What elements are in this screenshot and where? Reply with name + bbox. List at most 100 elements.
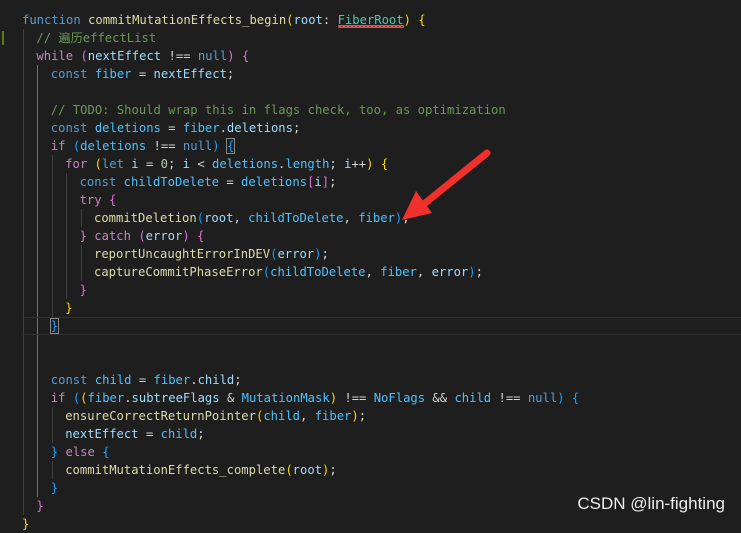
code-line[interactable]: } bbox=[65, 299, 72, 317]
code-line[interactable]: } bbox=[51, 479, 58, 497]
code-line[interactable]: } catch (error) { bbox=[80, 227, 205, 245]
code-token: } bbox=[50, 481, 59, 495]
code-token: & bbox=[219, 391, 242, 405]
code-line[interactable]: nextEffect = child; bbox=[65, 425, 204, 443]
code-token: ( bbox=[285, 463, 293, 477]
code-token: } bbox=[79, 229, 87, 243]
code-token: child bbox=[94, 373, 132, 387]
code-token: ; bbox=[234, 373, 242, 387]
code-line[interactable]: reportUncaughtErrorInDEV(error); bbox=[94, 245, 329, 263]
indent-guide bbox=[51, 155, 53, 317]
code-token: ( bbox=[286, 13, 294, 27]
code-token: root bbox=[204, 211, 234, 225]
code-token: ; bbox=[321, 247, 329, 261]
code-token: { bbox=[241, 49, 250, 63]
code-token: root bbox=[293, 13, 323, 27]
code-token: = bbox=[219, 175, 242, 189]
code-token: length bbox=[285, 157, 330, 171]
code-token: const bbox=[79, 175, 117, 189]
code-token: childToDelete bbox=[270, 265, 366, 279]
code-token: NoFlags bbox=[373, 391, 426, 405]
code-token: ( bbox=[80, 391, 88, 405]
code-token: deletions bbox=[80, 139, 147, 153]
code-line[interactable]: const deletions = fiber.deletions; bbox=[51, 119, 301, 137]
code-token: ; bbox=[292, 121, 301, 135]
code-token: null bbox=[182, 139, 213, 153]
code-line[interactable]: const child = fiber.child; bbox=[51, 371, 242, 389]
code-line[interactable]: while (nextEffect !== null) { bbox=[36, 47, 249, 65]
code-token: fiber bbox=[358, 211, 395, 225]
code-token: , bbox=[233, 211, 249, 225]
code-line[interactable]: } else { bbox=[51, 443, 110, 461]
code-token: !== bbox=[337, 391, 374, 405]
git-change-bar bbox=[2, 31, 4, 45]
code-token: nextEffect bbox=[65, 427, 139, 441]
code-token: fiber bbox=[182, 121, 220, 135]
code-token: fiber bbox=[380, 265, 417, 279]
code-token: } bbox=[65, 301, 73, 315]
code-token: , bbox=[416, 265, 432, 279]
code-line[interactable]: if ((fiber.subtreeFlags & MutationMask) … bbox=[51, 389, 579, 407]
code-token: reportUncaughtErrorInDEV bbox=[94, 247, 271, 261]
code-token: { bbox=[418, 13, 426, 27]
code-token: ( bbox=[262, 265, 271, 279]
code-line[interactable]: } bbox=[80, 281, 87, 299]
code-token: child bbox=[454, 391, 492, 405]
code-token: , bbox=[343, 211, 359, 225]
code-line[interactable]: // TODO: Should wrap this in flags check… bbox=[51, 101, 506, 119]
code-token: if bbox=[50, 391, 66, 405]
code-token: const bbox=[50, 121, 88, 135]
code-token: i bbox=[314, 175, 322, 189]
indent-guide bbox=[80, 209, 82, 227]
code-token: fiber bbox=[314, 409, 352, 423]
code-token: , bbox=[365, 265, 381, 279]
code-token: = bbox=[131, 67, 154, 81]
code-token: { bbox=[108, 193, 117, 207]
code-token: ; bbox=[358, 409, 367, 423]
code-line[interactable]: captureCommitPhaseError(childToDelete, f… bbox=[94, 263, 483, 281]
code-editor[interactable]: function commitMutationEffects_begin(roo… bbox=[0, 0, 741, 531]
code-token: while bbox=[36, 49, 74, 63]
indent-guide bbox=[66, 173, 68, 299]
code-token: catch bbox=[94, 229, 131, 243]
code-line[interactable]: ensureCorrectReturnPointer(child, fiber)… bbox=[65, 407, 366, 425]
code-token: !== bbox=[161, 49, 198, 63]
code-token: , bbox=[300, 409, 315, 423]
code-token: error bbox=[277, 247, 315, 261]
code-token: { bbox=[102, 445, 110, 459]
code-line[interactable]: // 遍历effectList bbox=[36, 29, 156, 47]
code-line[interactable]: for (let i = 0; i < deletions.length; i+… bbox=[65, 155, 388, 173]
code-token: MutationMask bbox=[241, 391, 330, 405]
code-token: ; bbox=[402, 211, 410, 225]
code-token: ++ bbox=[351, 157, 367, 171]
code-token: } bbox=[36, 499, 44, 513]
code-line[interactable]: if (deletions !== null) { bbox=[51, 137, 235, 155]
code-line[interactable]: try { bbox=[80, 191, 117, 209]
code-line[interactable]: commitMutationEffects_complete(root); bbox=[65, 461, 337, 479]
code-line[interactable]: commitDeletion(root, childToDelete, fibe… bbox=[94, 209, 410, 227]
code-token: null bbox=[197, 49, 228, 63]
code-token: const bbox=[50, 67, 88, 81]
code-token: fiber bbox=[87, 391, 125, 405]
code-token: fiber bbox=[94, 67, 132, 81]
code-token: // TODO: Should wrap this in flags check… bbox=[50, 103, 506, 117]
code-token: fiber bbox=[153, 373, 191, 387]
code-token: ) bbox=[403, 13, 411, 27]
code-token: ] bbox=[321, 175, 330, 189]
indent-guide bbox=[51, 407, 53, 443]
code-line[interactable]: const childToDelete = deletions[i]; bbox=[80, 173, 337, 191]
code-token: if bbox=[50, 139, 66, 153]
code-line[interactable]: const fiber = nextEffect; bbox=[51, 65, 234, 83]
code-token: null bbox=[527, 391, 558, 405]
code-line[interactable]: } bbox=[36, 497, 43, 515]
code-line[interactable]: } bbox=[22, 515, 29, 533]
code-token: ensureCorrectReturnPointer bbox=[65, 409, 256, 423]
code-token: 0 bbox=[160, 157, 168, 171]
code-token: ; bbox=[226, 67, 235, 81]
